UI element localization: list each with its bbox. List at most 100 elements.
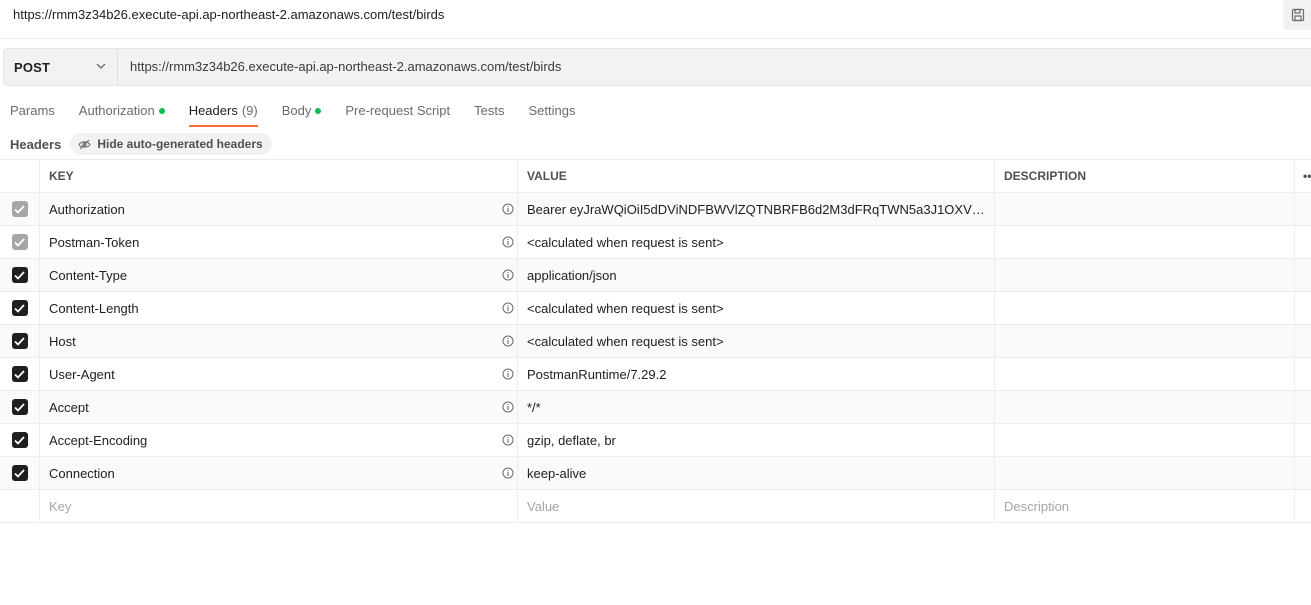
header-description[interactable] <box>994 193 1294 225</box>
tab-body[interactable]: Body <box>282 100 322 127</box>
enable-checkbox[interactable] <box>11 465 28 481</box>
headers-toolbar: Headers Hide auto-generated headers <box>10 133 272 155</box>
header-value[interactable]: PostmanRuntime/7.29.2 <box>517 358 994 390</box>
header-key-text: Host <box>49 333 76 349</box>
new-value-input[interactable]: Value <box>517 490 994 522</box>
header-value[interactable]: Bearer eyJraWQiOiI5dDViNDFBWVlZQTNBRFB6d… <box>517 193 994 225</box>
info-icon[interactable] <box>502 203 514 218</box>
tab-headers[interactable]: Headers (9) <box>188 100 258 127</box>
hide-button-label: Hide auto-generated headers <box>97 137 263 151</box>
header-description[interactable] <box>994 391 1294 423</box>
hide-auto-headers-button[interactable]: Hide auto-generated headers <box>70 133 272 155</box>
row-check-cell <box>0 424 39 456</box>
enable-checkbox[interactable] <box>11 300 28 316</box>
method-select[interactable]: POST <box>4 49 118 85</box>
check-icon <box>14 237 25 247</box>
info-icon[interactable] <box>502 335 514 350</box>
tab-settings[interactable]: Settings <box>528 100 575 127</box>
header-value-text: application/json <box>527 267 617 283</box>
info-icon[interactable] <box>502 302 514 317</box>
info-icon[interactable] <box>502 434 514 449</box>
header-description[interactable] <box>994 358 1294 390</box>
table-row: Accept-Encoding gzip, deflate, br <box>0 424 1311 457</box>
header-key-text: Accept-Encoding <box>49 432 148 448</box>
info-icon[interactable] <box>502 401 514 416</box>
status-dot <box>158 108 165 114</box>
title-bar: https://rmm3z34b26.execute-api.ap-northe… <box>0 0 1311 39</box>
table-row: Content-Type application/json <box>0 259 1311 292</box>
enable-checkbox[interactable] <box>11 201 28 217</box>
header-value[interactable]: <calculated when request is sent> <box>517 226 994 258</box>
tab-label: Pre-request Script <box>345 103 451 118</box>
header-value[interactable]: <calculated when request is sent> <box>517 292 994 324</box>
new-header-row: Key Value Description <box>0 490 1311 523</box>
enable-checkbox[interactable] <box>11 432 28 448</box>
header-key[interactable]: Accept <box>39 391 517 423</box>
table-header-row: KEY VALUE DESCRIPTION •• <box>0 159 1311 193</box>
column-header-key: KEY <box>39 160 517 192</box>
header-description[interactable] <box>994 259 1294 291</box>
row-check-cell <box>0 193 39 225</box>
header-key[interactable]: User-Agent <box>39 358 517 390</box>
enable-checkbox[interactable] <box>11 267 28 283</box>
column-header-description: DESCRIPTION <box>994 160 1294 192</box>
enable-checkbox[interactable] <box>11 234 28 250</box>
more-columns-button[interactable]: •• <box>1294 160 1311 192</box>
new-description-input[interactable]: Description <box>994 490 1294 522</box>
header-value[interactable]: gzip, deflate, br <box>517 424 994 456</box>
check-icon <box>14 303 25 313</box>
row-more-cell <box>1294 358 1311 390</box>
tab-authorization[interactable]: Authorization <box>79 100 165 127</box>
header-key[interactable]: Content-Length <box>39 292 517 324</box>
tab-pre-request-script[interactable]: Pre-request Script <box>345 100 450 127</box>
row-check-cell <box>0 358 39 390</box>
enable-checkbox[interactable] <box>11 366 28 382</box>
header-description[interactable] <box>994 325 1294 357</box>
tab-label: Body <box>281 103 312 118</box>
header-description[interactable] <box>994 424 1294 456</box>
header-value-text: <calculated when request is sent> <box>527 300 724 316</box>
header-value[interactable]: <calculated when request is sent> <box>517 325 994 357</box>
header-value-text: PostmanRuntime/7.29.2 <box>527 366 667 382</box>
check-icon <box>14 369 25 379</box>
check-icon <box>14 435 25 445</box>
row-more-cell <box>1294 292 1311 324</box>
info-icon[interactable] <box>502 269 514 284</box>
check-icon <box>14 336 25 346</box>
enable-checkbox[interactable] <box>11 399 28 415</box>
new-key-input[interactable]: Key <box>39 490 517 522</box>
header-key[interactable]: Accept-Encoding <box>39 424 517 456</box>
header-description[interactable] <box>994 457 1294 489</box>
request-title[interactable]: https://rmm3z34b26.execute-api.ap-northe… <box>13 7 444 22</box>
info-icon[interactable] <box>502 467 514 482</box>
info-icon[interactable] <box>502 236 514 251</box>
header-description[interactable] <box>994 292 1294 324</box>
status-dot <box>315 108 322 114</box>
check-icon <box>14 402 25 412</box>
header-key[interactable]: Connection <box>39 457 517 489</box>
tab-params[interactable]: Params <box>10 100 55 127</box>
save-icon <box>1291 8 1305 22</box>
header-value[interactable]: keep-alive <box>517 457 994 489</box>
info-icon[interactable] <box>502 368 514 383</box>
method-label: POST <box>14 59 51 75</box>
row-check-cell <box>0 490 39 522</box>
tab-tests[interactable]: Tests <box>474 100 504 127</box>
table-row: User-Agent PostmanRuntime/7.29.2 <box>0 358 1311 391</box>
header-key[interactable]: Authorization <box>39 193 517 225</box>
tab-label: Authorization <box>78 103 155 118</box>
row-more-cell <box>1294 259 1311 291</box>
header-value-text: <calculated when request is sent> <box>527 234 724 250</box>
save-button[interactable] <box>1283 0 1311 30</box>
header-key[interactable]: Postman-Token <box>39 226 517 258</box>
enable-checkbox[interactable] <box>11 333 28 349</box>
header-value[interactable]: */* <box>517 391 994 423</box>
header-description[interactable] <box>994 226 1294 258</box>
header-key[interactable]: Host <box>39 325 517 357</box>
header-key[interactable]: Content-Type <box>39 259 517 291</box>
url-input[interactable]: https://rmm3z34b26.execute-api.ap-northe… <box>130 59 561 74</box>
header-value[interactable]: application/json <box>517 259 994 291</box>
header-key-text: Accept <box>49 399 89 415</box>
header-key-text: Connection <box>49 465 115 481</box>
row-check-cell <box>0 391 39 423</box>
